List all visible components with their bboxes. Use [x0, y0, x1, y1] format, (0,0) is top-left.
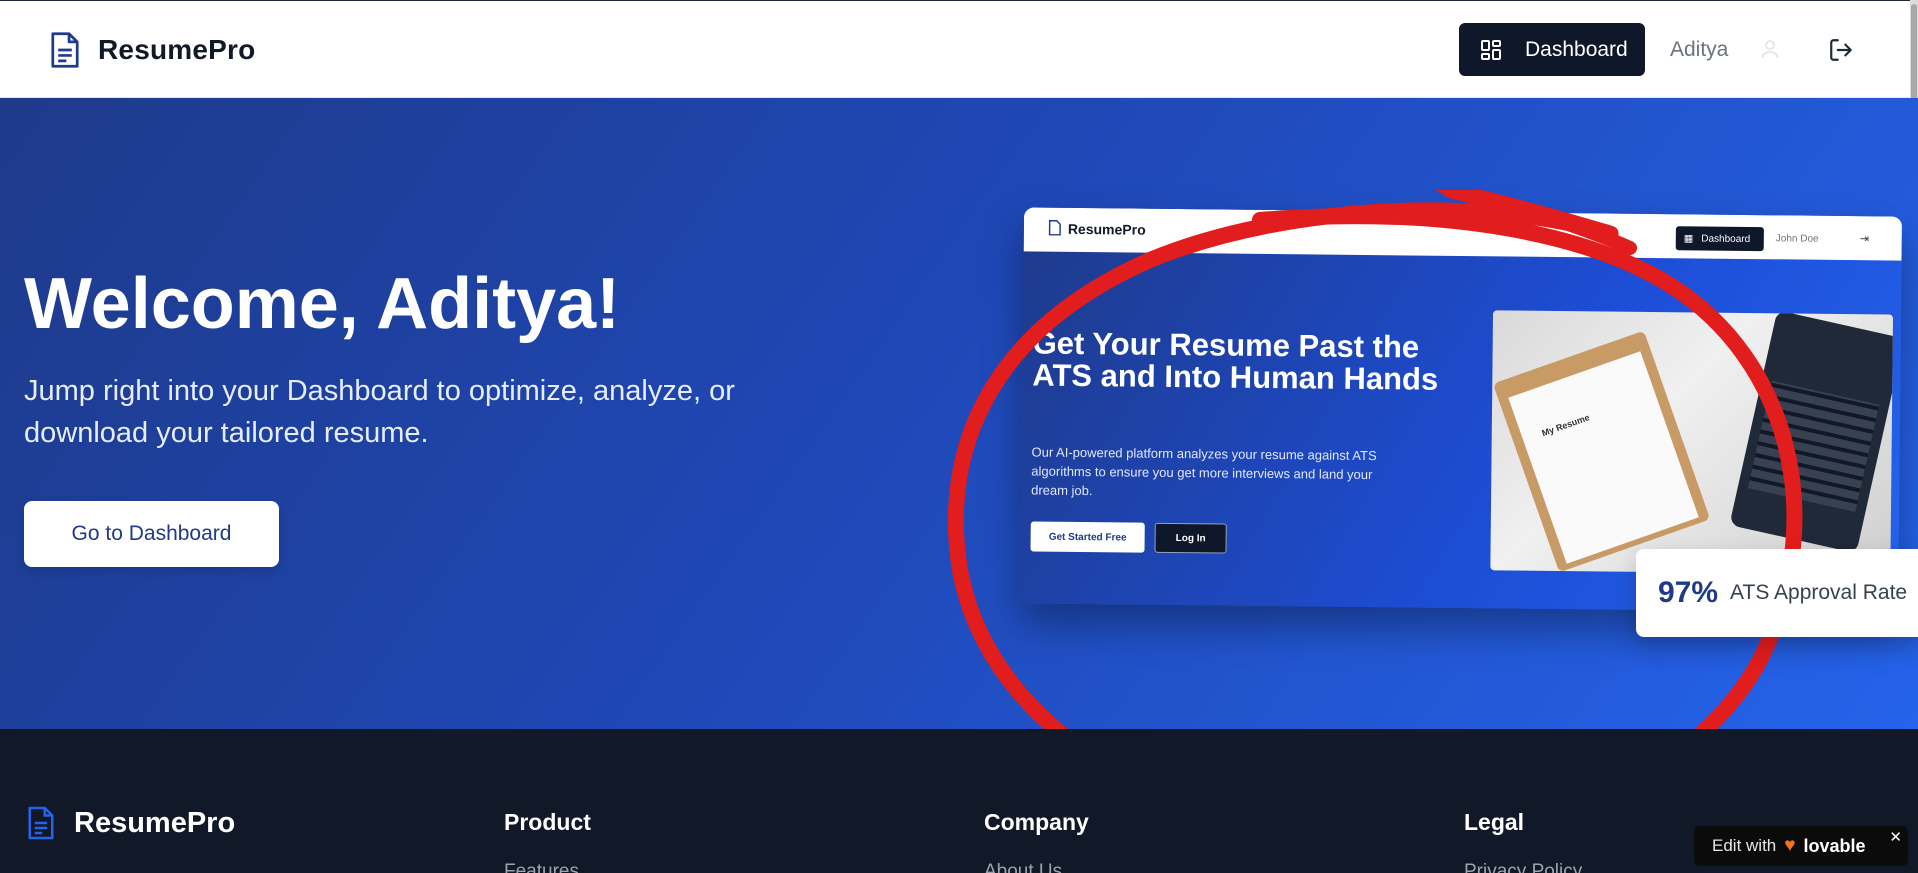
- user-icon[interactable]: [1758, 37, 1782, 61]
- hero-section: Welcome, Aditya! Jump right into your Da…: [0, 98, 1918, 729]
- preview-text: Our AI-powered platform analyzes your re…: [1031, 444, 1377, 499]
- preview-document-icon: [1048, 219, 1061, 236]
- edit-with-lovable-badge[interactable]: Edit with ♥ lovable ✕: [1694, 826, 1908, 866]
- lovable-name: lovable: [1803, 835, 1866, 856]
- logout-icon[interactable]: [1828, 37, 1854, 63]
- heart-icon: ♥: [1784, 835, 1796, 856]
- footer-heading-company: Company: [984, 809, 1089, 835]
- hero-title: Welcome, Aditya!: [24, 264, 621, 344]
- close-icon[interactable]: ✕: [1889, 828, 1902, 846]
- footer-link-about-us[interactable]: About Us: [984, 861, 1062, 873]
- lovable-prefix: Edit with: [1712, 836, 1777, 855]
- hero-subtitle: Jump right into your Dashboard to optimi…: [24, 375, 735, 449]
- preview-grid-icon: ▦: [1683, 232, 1694, 244]
- resume-paper-label: My Resume: [1540, 412, 1591, 439]
- preview-get-started-button: Get Started Free: [1030, 521, 1145, 553]
- footer-link-features[interactable]: Features: [504, 861, 579, 873]
- ats-stat-card: 97% ATS Approval Rate: [1636, 549, 1918, 637]
- dashboard-button-label: Dashboard: [1525, 37, 1628, 61]
- dashboard-button[interactable]: Dashboard: [1459, 23, 1645, 76]
- footer-heading-product: Product: [504, 809, 591, 835]
- footer-brand[interactable]: ResumePro: [26, 805, 235, 841]
- go-to-dashboard-button[interactable]: Go to Dashboard: [24, 501, 279, 567]
- document-icon: [51, 32, 79, 68]
- preview-brand: ResumePro: [1067, 220, 1146, 238]
- preview-desk-photo: My Resume: [1490, 310, 1894, 575]
- user-name: Aditya: [1670, 38, 1729, 61]
- preview-dashboard-label: Dashboard: [1701, 233, 1751, 245]
- footer-heading-legal: Legal: [1464, 809, 1525, 835]
- stat-label: ATS Approval Rate: [1730, 581, 1908, 604]
- preview-header: ResumePro ▦ Dashboard John Doe ⇥: [1023, 207, 1903, 261]
- footer-brand-name: ResumePro: [74, 806, 236, 839]
- top-navbar: ResumePro Dashboard Aditya: [0, 0, 1918, 98]
- preview-user-name: John Doe: [1775, 233, 1819, 245]
- laptop-shape: [1729, 310, 1894, 554]
- brand-name: ResumePro: [98, 34, 256, 65]
- footer-link-privacy-policy[interactable]: Privacy Policy: [1464, 861, 1582, 873]
- preview-login-button: Log In: [1154, 522, 1227, 554]
- footer-document-icon: [28, 806, 54, 840]
- brand-logo-link[interactable]: ResumePro: [48, 31, 255, 69]
- keyboard-shape: [1747, 380, 1880, 513]
- footer: ResumePro Product Company Legal Features…: [0, 729, 1918, 873]
- grid-icon: [1481, 39, 1501, 60]
- preview-logout-icon: ⇥: [1859, 233, 1870, 246]
- preview-dashboard-button: ▦ Dashboard: [1675, 226, 1764, 252]
- stat-value: 97%: [1658, 576, 1719, 609]
- preview-title: Get Your Resume Past the ATS and Into Hu…: [1032, 325, 1439, 397]
